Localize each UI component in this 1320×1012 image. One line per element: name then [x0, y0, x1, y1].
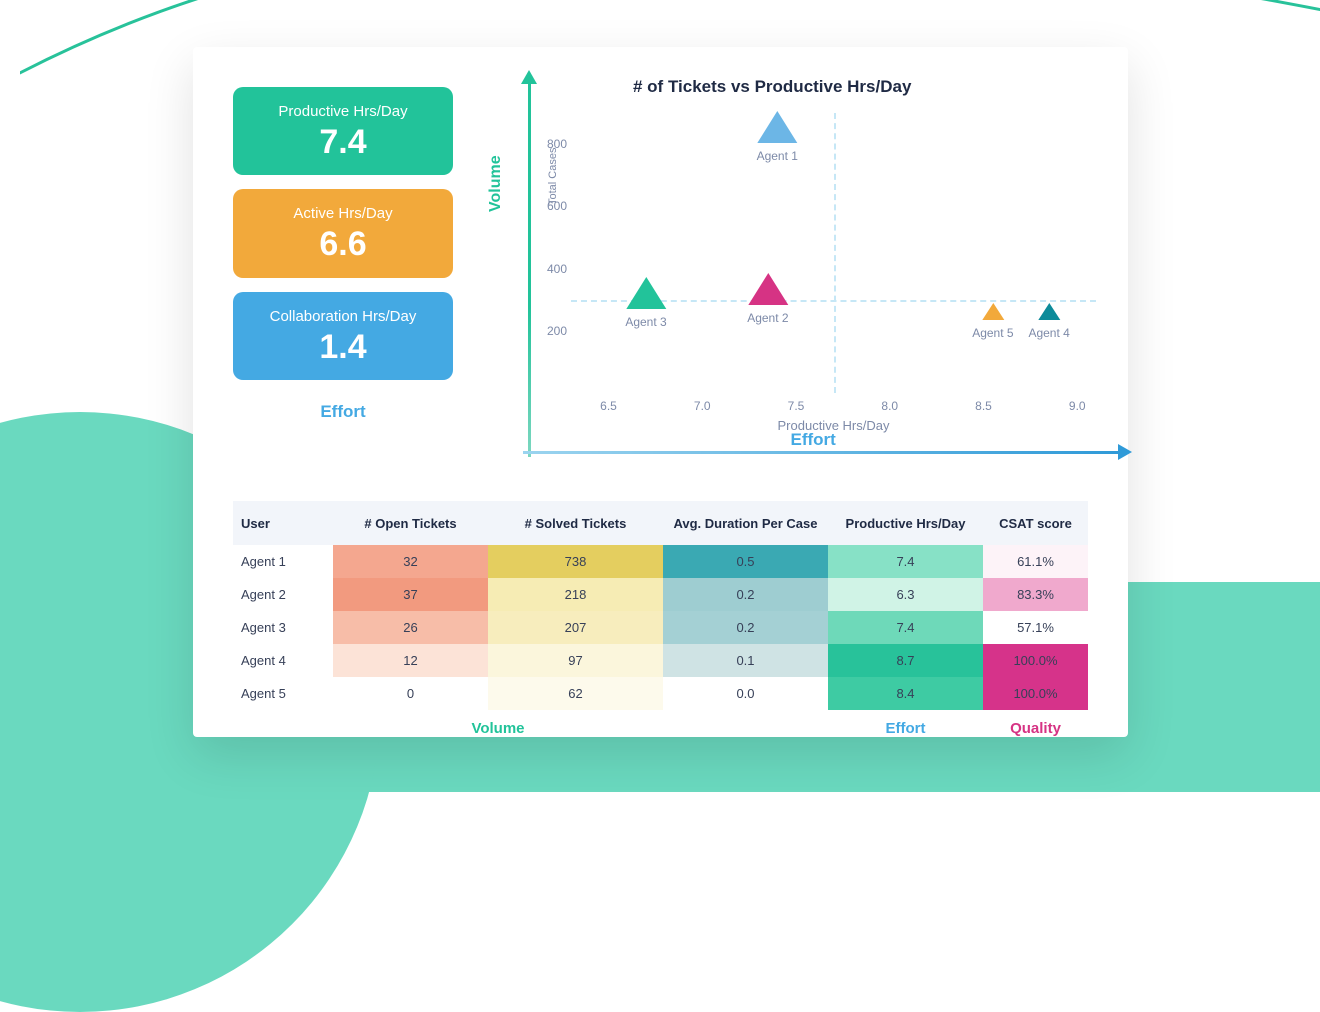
value-cell: 62 — [488, 677, 663, 710]
user-cell: Agent 1 — [233, 554, 333, 569]
value-cell: 57.1% — [983, 611, 1088, 644]
table-row: Agent 412970.18.7100.0% — [233, 644, 1088, 677]
value-cell: 100.0% — [983, 644, 1088, 677]
plot-area: Total Cases Productive Hrs/Day 200400600… — [571, 113, 1096, 393]
metric-label: Collaboration Hrs/Day — [247, 308, 439, 325]
user-cell: Agent 5 — [233, 686, 333, 701]
point-label: Agent 4 — [1028, 326, 1069, 340]
dashboard-card: Productive Hrs/Day 7.4 Active Hrs/Day 6.… — [193, 47, 1128, 737]
user-cell: Agent 3 — [233, 620, 333, 635]
column-header: # Solved Tickets — [488, 516, 663, 531]
scatter-chart: Volume Effort # of Tickets vs Productive… — [493, 87, 1088, 447]
x-tick: 8.0 — [881, 399, 898, 413]
user-cell: Agent 2 — [233, 587, 333, 602]
y-tick: 400 — [541, 262, 567, 276]
value-cell: 207 — [488, 611, 663, 644]
data-point: Agent 2 — [747, 273, 788, 325]
metrics-dimension-label: Effort — [233, 402, 453, 422]
value-cell: 738 — [488, 545, 663, 578]
value-cell: 32 — [333, 545, 488, 578]
value-cell: 0.2 — [663, 611, 828, 644]
value-cell: 0 — [333, 677, 488, 710]
metric-active-hrs: Active Hrs/Day 6.6 — [233, 189, 453, 277]
table-row: Agent 3262070.27.457.1% — [233, 611, 1088, 644]
value-cell: 8.7 — [828, 644, 983, 677]
point-label: Agent 2 — [747, 311, 788, 325]
y-axis-arrow — [528, 82, 531, 457]
metric-value: 1.4 — [247, 329, 439, 366]
agent-table: User# Open Tickets# Solved TicketsAvg. D… — [233, 501, 1088, 737]
volume-axis-label: Volume — [487, 155, 505, 212]
triangle-icon — [982, 303, 1004, 320]
column-header: CSAT score — [983, 516, 1088, 531]
triangle-icon — [1038, 303, 1060, 320]
value-cell: 8.4 — [828, 677, 983, 710]
metric-productive-hrs: Productive Hrs/Day 7.4 — [233, 87, 453, 175]
table-header: User# Open Tickets# Solved TicketsAvg. D… — [233, 501, 1088, 545]
value-cell: 7.4 — [828, 611, 983, 644]
value-cell: 0.0 — [663, 677, 828, 710]
point-label: Agent 1 — [757, 149, 798, 163]
x-tick: 7.0 — [694, 399, 711, 413]
point-label: Agent 5 — [972, 326, 1013, 340]
column-header: Productive Hrs/Day — [828, 516, 983, 531]
value-cell: 100.0% — [983, 677, 1088, 710]
triangle-icon — [748, 273, 788, 305]
table-row: Agent 50620.08.4100.0% — [233, 677, 1088, 710]
value-cell: 7.4 — [828, 545, 983, 578]
group-effort: Effort — [828, 720, 983, 737]
value-cell: 12 — [333, 644, 488, 677]
table-row: Agent 1327380.57.461.1% — [233, 545, 1088, 578]
metric-value: 6.6 — [247, 226, 439, 263]
table-row: Agent 2372180.26.383.3% — [233, 578, 1088, 611]
effort-axis-label: Effort — [791, 430, 836, 450]
group-quality: Quality — [983, 720, 1088, 737]
y-axis-title: Total Cases — [547, 148, 559, 205]
value-cell: 26 — [333, 611, 488, 644]
value-cell: 61.1% — [983, 545, 1088, 578]
metric-value: 7.4 — [247, 124, 439, 161]
column-header: User — [233, 516, 333, 531]
triangle-icon — [626, 277, 666, 309]
metric-label: Active Hrs/Day — [247, 205, 439, 222]
user-cell: Agent 4 — [233, 653, 333, 668]
quadrant-vline — [834, 113, 836, 393]
data-point: Agent 3 — [625, 277, 666, 329]
triangle-icon — [757, 111, 797, 143]
value-cell: 0.5 — [663, 545, 828, 578]
value-cell: 6.3 — [828, 578, 983, 611]
x-tick: 9.0 — [1069, 399, 1086, 413]
data-point: Agent 4 — [1028, 303, 1069, 340]
value-cell: 37 — [333, 578, 488, 611]
x-axis-arrow — [523, 451, 1118, 454]
y-tick: 200 — [541, 324, 567, 338]
x-tick: 6.5 — [600, 399, 617, 413]
table-group-labels: Volume Effort Quality — [233, 720, 1088, 737]
value-cell: 83.3% — [983, 578, 1088, 611]
y-tick: 600 — [541, 199, 567, 213]
column-header: Avg. Duration Per Case — [663, 516, 828, 531]
group-volume: Volume — [333, 720, 663, 737]
data-point: Agent 5 — [972, 303, 1013, 340]
column-header: # Open Tickets — [333, 516, 488, 531]
value-cell: 0.1 — [663, 644, 828, 677]
y-tick: 800 — [541, 137, 567, 151]
x-axis-title: Productive Hrs/Day — [778, 418, 890, 433]
chart-title: # of Tickets vs Productive Hrs/Day — [633, 77, 911, 97]
metric-collab-hrs: Collaboration Hrs/Day 1.4 — [233, 292, 453, 380]
metric-label: Productive Hrs/Day — [247, 103, 439, 120]
metrics-column: Productive Hrs/Day 7.4 Active Hrs/Day 6.… — [233, 87, 453, 447]
value-cell: 218 — [488, 578, 663, 611]
value-cell: 97 — [488, 644, 663, 677]
x-tick: 7.5 — [788, 399, 805, 413]
point-label: Agent 3 — [625, 315, 666, 329]
value-cell: 0.2 — [663, 578, 828, 611]
data-point: Agent 1 — [757, 111, 798, 163]
x-tick: 8.5 — [975, 399, 992, 413]
